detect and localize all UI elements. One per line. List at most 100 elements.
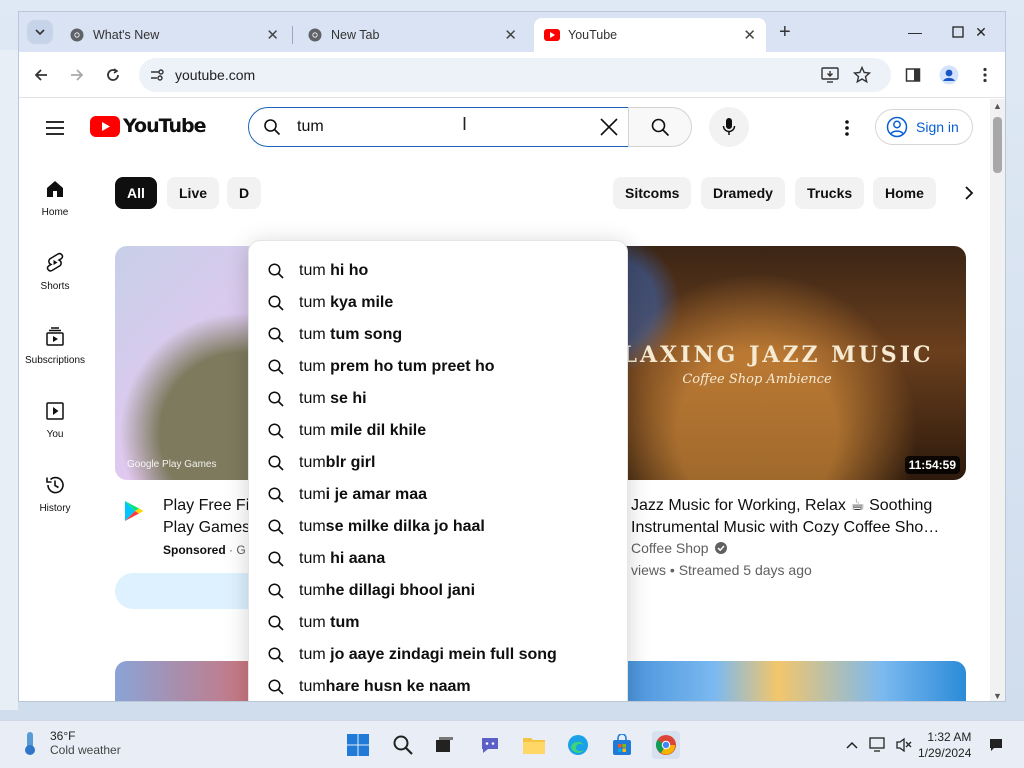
- monitor-icon: [869, 737, 885, 752]
- youtube-wordmark: YouTube: [123, 115, 206, 137]
- search-input[interactable]: tum I: [248, 107, 629, 147]
- weather-widget[interactable]: 36°F Cold weather: [18, 729, 121, 757]
- file-explorer-button[interactable]: [520, 731, 548, 759]
- search-suggestion-item[interactable]: tum se hi: [249, 383, 627, 415]
- taskbar-search-button[interactable]: [389, 731, 417, 759]
- chrome-taskbar-button[interactable]: [652, 731, 680, 759]
- sponsored-label: Sponsored: [163, 543, 226, 557]
- store-icon: [613, 734, 631, 755]
- scrollbar-thumb[interactable]: [993, 117, 1002, 173]
- minimize-button[interactable]: —: [893, 18, 937, 46]
- search-suggestion-item[interactable]: tum prem ho tum preet ho: [249, 351, 627, 383]
- store-button[interactable]: [608, 731, 636, 759]
- chip-partial[interactable]: D: [227, 177, 262, 209]
- sign-in-label: Sign in: [916, 119, 959, 135]
- close-tab-icon[interactable]: ✕: [266, 26, 279, 44]
- search-suggestion-item[interactable]: tum hare husn ke naam: [249, 671, 627, 701]
- chat-button[interactable]: [476, 731, 504, 759]
- search-suggestion-item[interactable]: tum he dillagi bhool jani: [249, 575, 627, 607]
- windows-start-icon: [347, 734, 369, 756]
- show-hidden-icons-button[interactable]: [842, 735, 862, 755]
- search-button[interactable]: [628, 107, 692, 147]
- close-tab-icon[interactable]: ✕: [743, 26, 756, 44]
- bookmark-star-icon[interactable]: [853, 66, 871, 84]
- sign-in-button[interactable]: Sign in: [875, 109, 973, 145]
- tab-search-button[interactable]: [27, 20, 53, 44]
- guide-menu-button[interactable]: [43, 116, 67, 140]
- youtube-page: YouTube tum I Sign in Home Shorts Subscr…: [19, 99, 991, 701]
- search-suggestion-item[interactable]: tum tum song: [249, 319, 627, 351]
- voice-search-button[interactable]: [709, 107, 749, 147]
- search-suggestion-item[interactable]: tum mile dil khile: [249, 415, 627, 447]
- volume-tray-icon[interactable]: [894, 735, 914, 755]
- search-suggestion-item[interactable]: tum hi ho: [249, 255, 627, 287]
- side-panel-icon: [905, 68, 921, 82]
- task-view-button[interactable]: [430, 731, 458, 759]
- suggestion-prefix: tum: [299, 326, 326, 343]
- search-suggestion-item[interactable]: tum jo aaye zindagi mein full song: [249, 639, 627, 671]
- guide-item-subscriptions[interactable]: Subscriptions: [19, 317, 91, 377]
- address-bar[interactable]: youtube.com: [139, 58, 891, 92]
- video-title[interactable]: Jazz Music for Working, Relax ☕ Soothing…: [631, 495, 951, 539]
- notifications-button[interactable]: [986, 735, 1006, 755]
- search-suggestion-item[interactable]: tum tum: [249, 607, 627, 639]
- account-icon: [886, 116, 908, 138]
- guide-label: You: [46, 429, 64, 440]
- chip-all[interactable]: All: [115, 177, 157, 209]
- guide-item-you[interactable]: You: [19, 391, 91, 451]
- guide-label: History: [39, 503, 71, 514]
- search-suggestion-item[interactable]: tum hi aana: [249, 543, 627, 575]
- search-suggestion-item[interactable]: tum blr girl: [249, 447, 627, 479]
- weather-temperature: 36°F: [50, 729, 76, 743]
- search-icon: [268, 519, 284, 535]
- suggestion-prefix: tum: [299, 390, 326, 407]
- chips-next-button[interactable]: [955, 179, 983, 207]
- suggestion-prefix: tum: [299, 646, 326, 663]
- edge-button[interactable]: [564, 731, 592, 759]
- close-window-button[interactable]: ✕: [959, 18, 1003, 46]
- clear-search-button[interactable]: [596, 114, 622, 140]
- guide-item-history[interactable]: History: [19, 465, 91, 525]
- video-channel[interactable]: Coffee Shop: [631, 540, 728, 556]
- youtube-logo[interactable]: YouTube: [90, 115, 206, 137]
- taskbar-clock[interactable]: 1:32 AM 1/29/2024: [918, 729, 971, 761]
- suggestion-prefix: tum: [299, 294, 326, 311]
- forward-button[interactable]: [65, 63, 89, 87]
- page-scrollbar[interactable]: ▲ ▼: [990, 99, 1005, 701]
- url-text: youtube.com: [175, 67, 256, 83]
- search-suggestion-item[interactable]: tum i je amar maa: [249, 479, 627, 511]
- close-tab-icon[interactable]: ✕: [504, 26, 517, 44]
- display-tray-icon[interactable]: [868, 735, 888, 755]
- start-button[interactable]: [344, 731, 372, 759]
- new-tab-button[interactable]: +: [779, 21, 791, 44]
- chip-dramedy[interactable]: Dramedy: [701, 177, 785, 209]
- search-suggestion-item[interactable]: tum kya mile: [249, 287, 627, 319]
- tab-whats-new[interactable]: What's New ✕: [59, 18, 289, 52]
- search-suggestion-item[interactable]: tum se milke dilka jo haal: [249, 511, 627, 543]
- side-panel-button[interactable]: [901, 63, 925, 87]
- scroll-up-icon[interactable]: ▲: [993, 101, 1002, 111]
- search-icon: [263, 118, 281, 141]
- scroll-down-icon[interactable]: ▼: [993, 691, 1002, 701]
- chip-live[interactable]: Live: [167, 177, 220, 209]
- browser-menu-button[interactable]: [973, 63, 997, 87]
- history-icon: [43, 473, 67, 497]
- profile-button[interactable]: [937, 63, 961, 87]
- google-play-icon: [122, 499, 146, 523]
- tab-strip: What's New ✕ New Tab ✕ YouTube ✕ + — ✕: [19, 12, 1005, 52]
- guide-item-shorts[interactable]: Shorts: [19, 243, 91, 303]
- reload-button[interactable]: [101, 63, 125, 87]
- back-button[interactable]: [29, 63, 53, 87]
- chip-home[interactable]: Home: [873, 177, 936, 209]
- site-info-icon[interactable]: [149, 67, 165, 83]
- tab-youtube[interactable]: YouTube ✕: [534, 18, 766, 52]
- weather-condition: Cold weather: [50, 743, 121, 757]
- speaker-muted-icon: [896, 737, 912, 753]
- chip-sitcoms[interactable]: Sitcoms: [613, 177, 692, 209]
- guide-item-home[interactable]: Home: [19, 169, 91, 229]
- microphone-icon: [722, 118, 736, 135]
- install-app-icon[interactable]: [821, 66, 839, 84]
- settings-more-button[interactable]: [837, 116, 857, 140]
- tab-new-tab[interactable]: New Tab ✕: [297, 18, 527, 52]
- chip-trucks[interactable]: Trucks: [795, 177, 865, 209]
